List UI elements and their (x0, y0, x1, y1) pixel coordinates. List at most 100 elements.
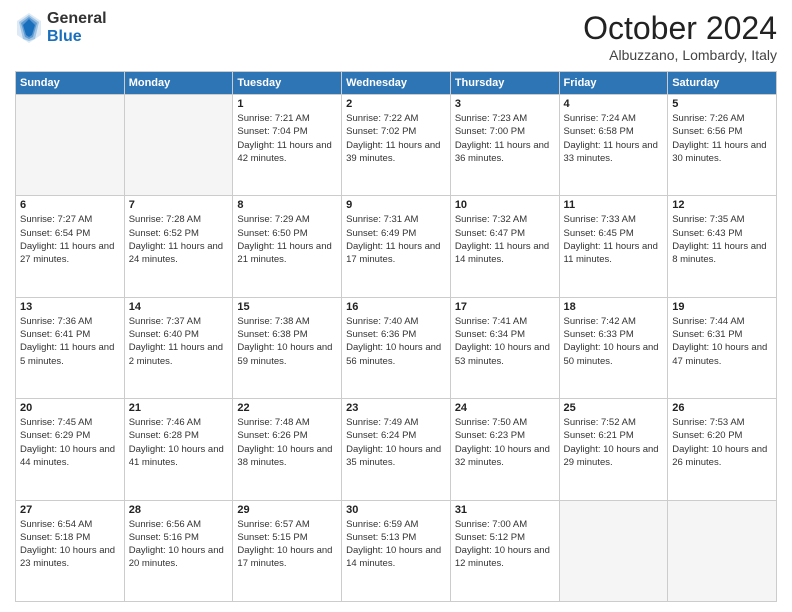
col-tuesday: Tuesday (233, 72, 342, 95)
calendar-cell: 27 Sunrise: 6:54 AMSunset: 5:18 PMDayligh… (16, 500, 125, 601)
day-number: 6 (20, 199, 120, 211)
day-info: Sunrise: 7:45 AMSunset: 6:29 PMDaylight:… (20, 416, 120, 469)
header-row: Sunday Monday Tuesday Wednesday Thursday… (16, 72, 777, 95)
calendar-cell: 3 Sunrise: 7:23 AMSunset: 7:00 PMDaylight… (450, 95, 559, 196)
calendar-cell: 13Sunrise: 7:36 AMSunset: 6:41 PMDayligh… (16, 297, 125, 398)
day-number: 26 (672, 402, 772, 414)
day-info: Sunrise: 7:28 AMSunset: 6:52 PMDaylight:… (129, 213, 229, 266)
calendar-cell: 20 Sunrise: 7:45 AMSunset: 6:29 PMDayligh… (16, 399, 125, 500)
calendar-cell: 22Sunrise: 7:48 AMSunset: 6:26 PMDayligh… (233, 399, 342, 500)
col-saturday: Saturday (668, 72, 777, 95)
calendar-cell: 8 Sunrise: 7:29 AMSunset: 6:50 PMDaylight… (233, 196, 342, 297)
col-friday: Friday (559, 72, 668, 95)
day-number: 27 (20, 504, 120, 516)
day-info: Sunrise: 7:38 AMSunset: 6:38 PMDaylight:… (237, 315, 337, 368)
logo-text: General Blue (47, 10, 107, 45)
calendar-table: Sunday Monday Tuesday Wednesday Thursday… (15, 71, 777, 602)
day-info: Sunrise: 7:29 AMSunset: 6:50 PMDaylight:… (237, 213, 337, 266)
calendar-cell: 2 Sunrise: 7:22 AMSunset: 7:02 PMDaylight… (342, 95, 451, 196)
calendar-cell: 10 Sunrise: 7:32 AMSunset: 6:47 PMDayligh… (450, 196, 559, 297)
day-number: 7 (129, 199, 229, 211)
day-info: Sunrise: 7:52 AMSunset: 6:21 PMDaylight:… (564, 416, 664, 469)
calendar-cell: 23Sunrise: 7:49 AMSunset: 6:24 PMDayligh… (342, 399, 451, 500)
calendar-cell: 7 Sunrise: 7:28 AMSunset: 6:52 PMDaylight… (124, 196, 233, 297)
title-block: October 2024 Albuzzano, Lombardy, Italy (583, 10, 777, 63)
day-number: 19 (672, 301, 772, 313)
day-number: 3 (455, 98, 555, 110)
day-number: 25 (564, 402, 664, 414)
col-wednesday: Wednesday (342, 72, 451, 95)
calendar-cell: 11 Sunrise: 7:33 AMSunset: 6:45 PMDayligh… (559, 196, 668, 297)
day-info: Sunrise: 7:31 AMSunset: 6:49 PMDaylight:… (346, 213, 446, 266)
day-number: 21 (129, 402, 229, 414)
day-info: Sunrise: 7:50 AMSunset: 6:23 PMDaylight:… (455, 416, 555, 469)
day-number: 30 (346, 504, 446, 516)
day-number: 20 (20, 402, 120, 414)
calendar-page: General Blue October 2024 Albuzzano, Lom… (0, 0, 792, 612)
day-number: 24 (455, 402, 555, 414)
day-number: 17 (455, 301, 555, 313)
calendar-cell: 31 Sunrise: 7:00 AMSunset: 5:12 PMDayligh… (450, 500, 559, 601)
calendar-cell: 28Sunrise: 6:56 AMSunset: 5:16 PMDayligh… (124, 500, 233, 601)
day-number: 14 (129, 301, 229, 313)
day-info: Sunrise: 7:44 AMSunset: 6:31 PMDaylight:… (672, 315, 772, 368)
calendar-week-3: 13Sunrise: 7:36 AMSunset: 6:41 PMDayligh… (16, 297, 777, 398)
day-info: Sunrise: 7:21 AMSunset: 7:04 PMDaylight:… (237, 112, 337, 165)
day-number: 4 (564, 98, 664, 110)
day-info: Sunrise: 7:24 AMSunset: 6:58 PMDaylight:… (564, 112, 664, 165)
calendar-cell: 5 Sunrise: 7:26 AMSunset: 6:56 PMDaylight… (668, 95, 777, 196)
day-number: 11 (564, 199, 664, 211)
calendar-cell: 19 Sunrise: 7:44 AMSunset: 6:31 PMDayligh… (668, 297, 777, 398)
calendar-cell: 25 Sunrise: 7:52 AMSunset: 6:21 PMDayligh… (559, 399, 668, 500)
day-number: 12 (672, 199, 772, 211)
calendar-cell (16, 95, 125, 196)
day-info: Sunrise: 7:41 AMSunset: 6:34 PMDaylight:… (455, 315, 555, 368)
day-info: Sunrise: 7:35 AMSunset: 6:43 PMDaylight:… (672, 213, 772, 266)
col-thursday: Thursday (450, 72, 559, 95)
col-sunday: Sunday (16, 72, 125, 95)
calendar-cell (668, 500, 777, 601)
day-number: 8 (237, 199, 337, 211)
day-number: 23 (346, 402, 446, 414)
logo: General Blue (15, 10, 107, 45)
day-info: Sunrise: 7:33 AMSunset: 6:45 PMDaylight:… (564, 213, 664, 266)
calendar-cell: 15 Sunrise: 7:38 AMSunset: 6:38 PMDayligh… (233, 297, 342, 398)
calendar-cell: 1 Sunrise: 7:21 AMSunset: 7:04 PMDaylight… (233, 95, 342, 196)
day-info: Sunrise: 7:42 AMSunset: 6:33 PMDaylight:… (564, 315, 664, 368)
day-number: 2 (346, 98, 446, 110)
day-info: Sunrise: 6:54 AMSunset: 5:18 PMDaylight:… (20, 518, 120, 571)
day-number: 1 (237, 98, 337, 110)
page-header: General Blue October 2024 Albuzzano, Lom… (15, 10, 777, 63)
calendar-cell: 29 Sunrise: 6:57 AMSunset: 5:15 PMDayligh… (233, 500, 342, 601)
calendar-week-4: 20 Sunrise: 7:45 AMSunset: 6:29 PMDayligh… (16, 399, 777, 500)
day-info: Sunrise: 7:32 AMSunset: 6:47 PMDaylight:… (455, 213, 555, 266)
day-number: 13 (20, 301, 120, 313)
calendar-cell: 30 Sunrise: 6:59 AMSunset: 5:13 PMDayligh… (342, 500, 451, 601)
day-number: 31 (455, 504, 555, 516)
calendar-week-1: 1 Sunrise: 7:21 AMSunset: 7:04 PMDaylight… (16, 95, 777, 196)
month-title: October 2024 (583, 10, 777, 47)
day-number: 18 (564, 301, 664, 313)
day-number: 15 (237, 301, 337, 313)
day-info: Sunrise: 7:48 AMSunset: 6:26 PMDaylight:… (237, 416, 337, 469)
calendar-cell: 14 Sunrise: 7:37 AMSunset: 6:40 PMDayligh… (124, 297, 233, 398)
day-number: 9 (346, 199, 446, 211)
day-info: Sunrise: 7:40 AMSunset: 6:36 PMDaylight:… (346, 315, 446, 368)
day-info: Sunrise: 7:37 AMSunset: 6:40 PMDaylight:… (129, 315, 229, 368)
col-monday: Monday (124, 72, 233, 95)
calendar-week-5: 27 Sunrise: 6:54 AMSunset: 5:18 PMDayligh… (16, 500, 777, 601)
day-info: Sunrise: 6:57 AMSunset: 5:15 PMDaylight:… (237, 518, 337, 571)
day-info: Sunrise: 7:22 AMSunset: 7:02 PMDaylight:… (346, 112, 446, 165)
day-info: Sunrise: 7:23 AMSunset: 7:00 PMDaylight:… (455, 112, 555, 165)
day-info: Sunrise: 6:59 AMSunset: 5:13 PMDaylight:… (346, 518, 446, 571)
day-number: 29 (237, 504, 337, 516)
day-number: 5 (672, 98, 772, 110)
day-info: Sunrise: 7:26 AMSunset: 6:56 PMDaylight:… (672, 112, 772, 165)
day-info: Sunrise: 7:27 AMSunset: 6:54 PMDaylight:… (20, 213, 120, 266)
day-info: Sunrise: 7:46 AMSunset: 6:28 PMDaylight:… (129, 416, 229, 469)
day-number: 28 (129, 504, 229, 516)
calendar-week-2: 6 Sunrise: 7:27 AMSunset: 6:54 PMDaylight… (16, 196, 777, 297)
day-number: 10 (455, 199, 555, 211)
calendar-cell: 21 Sunrise: 7:46 AMSunset: 6:28 PMDayligh… (124, 399, 233, 500)
day-info: Sunrise: 7:00 AMSunset: 5:12 PMDaylight:… (455, 518, 555, 571)
